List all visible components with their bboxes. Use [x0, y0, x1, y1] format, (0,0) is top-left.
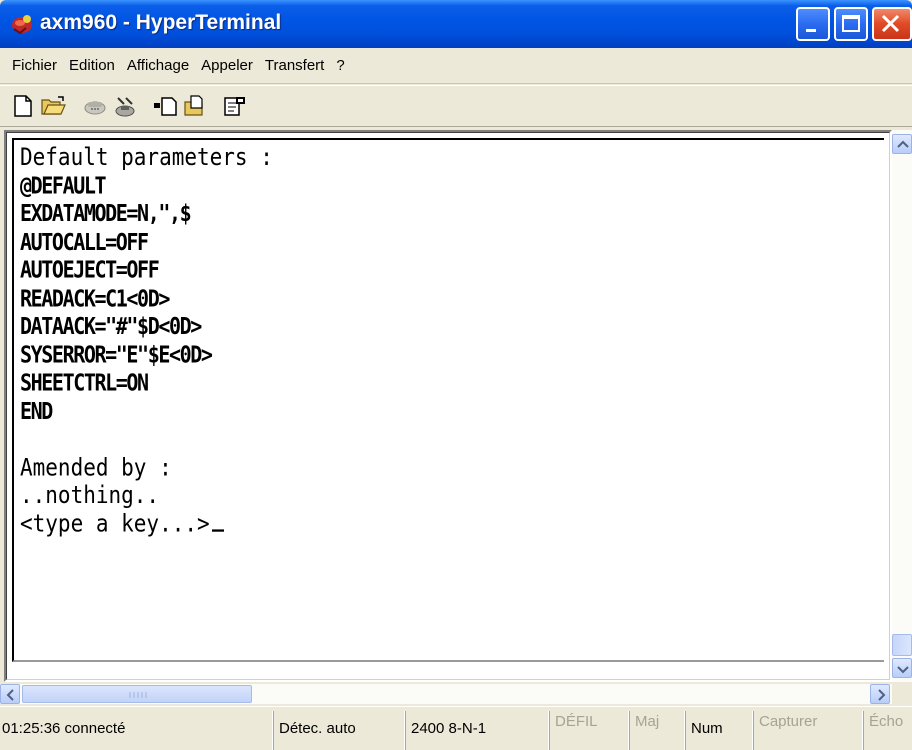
status-echo: Écho: [862, 711, 912, 750]
minimize-icon: [806, 29, 816, 32]
scroll-left-button[interactable]: [0, 684, 20, 704]
title-bar[interactable]: axm960 - HyperTerminal: [0, 0, 912, 48]
menu-edition[interactable]: Edition: [63, 57, 121, 74]
horizontal-scrollbar[interactable]: [0, 684, 892, 704]
vertical-scroll-thumb[interactable]: [892, 634, 912, 656]
scroll-right-button[interactable]: [870, 684, 890, 704]
status-connection: 01:25:36 connecté: [2, 720, 126, 737]
window-title: axm960 - HyperTerminal: [40, 11, 282, 34]
maximize-icon: [842, 15, 860, 32]
status-num: Num: [684, 711, 752, 750]
terminal-line: END: [20, 396, 53, 425]
menu-bar: Fichier Edition Affichage Appeler Transf…: [0, 48, 912, 84]
terminal-line: <type a key...>: [20, 509, 273, 537]
status-scroll: DÉFIL: [548, 711, 628, 750]
terminal-line: ..nothing..: [20, 481, 160, 509]
status-bar: 01:25:36 connecté Détec. auto 2400 8-N-1…: [0, 706, 912, 750]
terminal-line: SYSERROR="E"$E<0D>: [20, 340, 213, 368]
maximize-button[interactable]: [834, 7, 868, 41]
terminal-line: READACK=C1<0D>: [20, 283, 170, 312]
status-capture: Capturer: [752, 711, 862, 750]
open-folder-icon[interactable]: [40, 94, 66, 118]
vertical-scrollbar[interactable]: [892, 130, 912, 682]
menu-appeler[interactable]: Appeler: [195, 57, 259, 74]
minimize-button[interactable]: [796, 7, 830, 41]
terminal-text: Default parameters : @DEFAULT EXDATAMODE=N…: [20, 143, 273, 537]
status-caps: Maj: [628, 711, 684, 750]
terminal-line: Default parameters :: [20, 143, 273, 171]
terminal-line: AUTOCALL=OFF: [20, 227, 149, 256]
horizontal-scroll-thumb[interactable]: [22, 685, 252, 703]
chevron-up-icon: [897, 140, 909, 148]
new-document-icon[interactable]: [10, 94, 36, 118]
chevron-left-icon: [6, 689, 14, 701]
status-settings: 2400 8-N-1: [404, 711, 548, 750]
close-button[interactable]: [872, 7, 912, 41]
terminal-line: @DEFAULT: [20, 171, 107, 199]
send-icon[interactable]: [152, 94, 178, 118]
toolbar: [0, 85, 912, 127]
status-detect: Détec. auto: [272, 711, 404, 750]
terminal-window[interactable]: Default parameters : @DEFAULT EXDATAMODE=N…: [4, 130, 892, 682]
text-cursor: [211, 528, 224, 532]
terminal-line: DATAACK="#"$D<0D>: [20, 312, 202, 340]
scroll-up-button[interactable]: [892, 134, 912, 154]
chevron-right-icon: [878, 689, 886, 701]
scroll-down-button[interactable]: [892, 658, 912, 678]
menu-affichage[interactable]: Affichage: [121, 57, 195, 74]
properties-icon[interactable]: [222, 94, 248, 118]
terminal-line: EXDATAMODE=N,",$: [20, 199, 192, 227]
terminal-line: SHEETCTRL=ON: [20, 368, 149, 396]
terminal-line: Amended by :: [20, 452, 172, 481]
hyperterminal-app-icon[interactable]: [10, 12, 34, 36]
chevron-down-icon: [897, 666, 909, 674]
menu-help[interactable]: ?: [330, 57, 350, 74]
receive-icon[interactable]: [182, 94, 208, 118]
grip-icon: [129, 692, 147, 698]
menu-transfert[interactable]: Transfert: [259, 57, 330, 74]
terminal-screen[interactable]: Default parameters : @DEFAULT EXDATAMODE=N…: [12, 138, 884, 662]
terminal-line: AUTOEJECT=OFF: [20, 255, 160, 284]
menu-fichier[interactable]: Fichier: [6, 57, 63, 74]
close-icon: [881, 14, 900, 33]
disconnect-icon[interactable]: [112, 94, 138, 118]
phone-dial-icon[interactable]: [82, 94, 108, 118]
